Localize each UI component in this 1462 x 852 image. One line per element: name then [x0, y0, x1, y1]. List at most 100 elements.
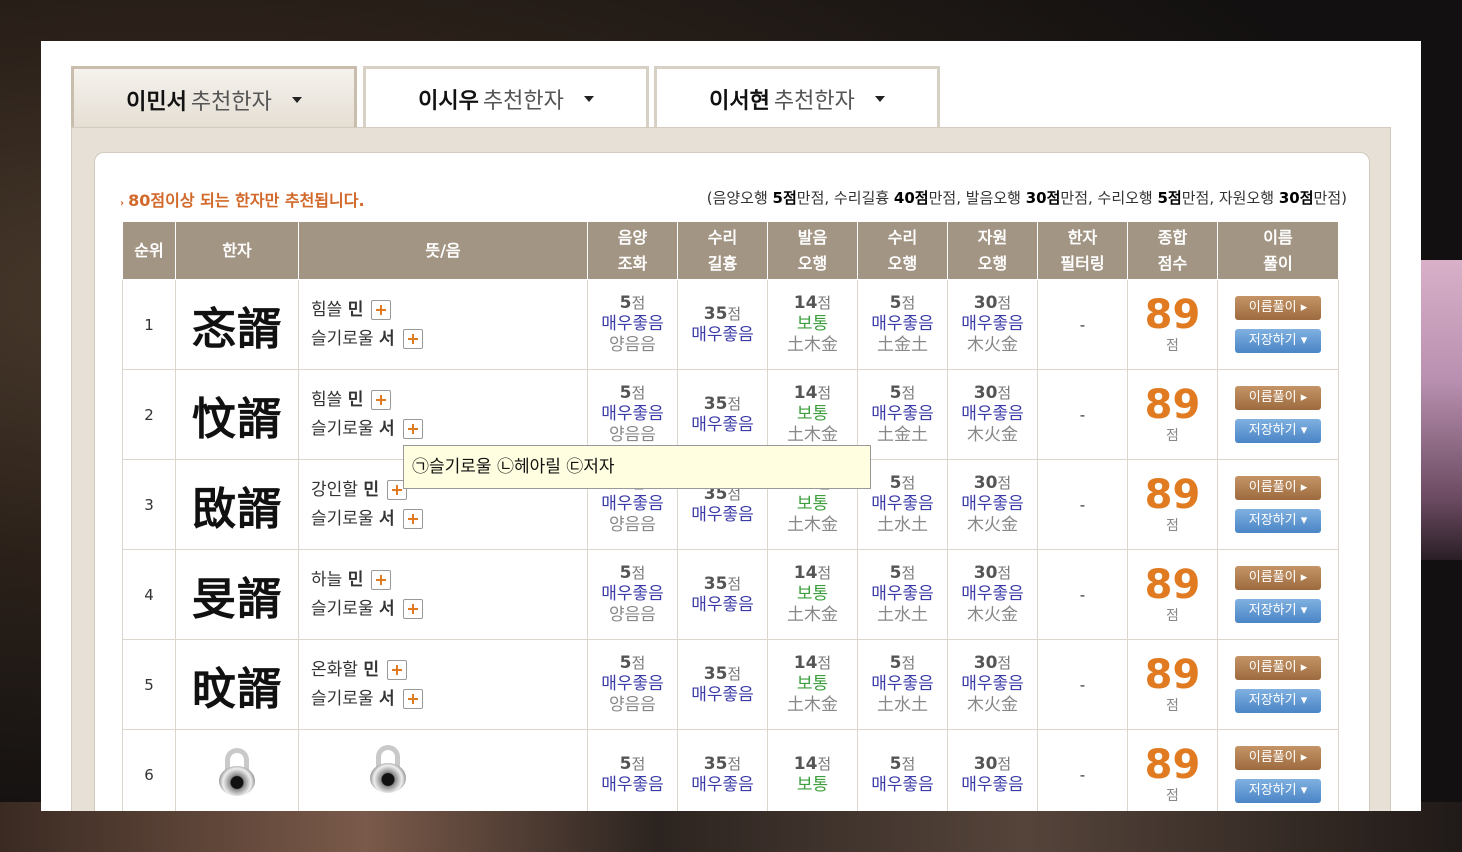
score-element: 土木金: [787, 695, 838, 715]
meaning-text: 슬기로울: [311, 328, 374, 349]
meaning-cell: 힘쓸 민 슬기로울 서: [298, 279, 588, 370]
score-value: 14: [793, 383, 818, 403]
meaning-text: 힘쓸: [311, 299, 343, 320]
save-button[interactable]: 저장하기 ▾: [1235, 599, 1321, 623]
plus-icon[interactable]: [402, 508, 423, 529]
score-value: 5: [889, 473, 902, 493]
score-grade: 매우좋음: [961, 494, 1024, 514]
score-value: 30: [973, 473, 998, 493]
score-value: 14: [793, 753, 818, 774]
name-analysis-button[interactable]: 이름풀이 ▸: [1235, 566, 1321, 590]
caret-down-icon: [874, 95, 885, 102]
score-value: 35: [703, 663, 728, 684]
suri-ohaeng-cell: 5점 매우좋음 土金土: [857, 279, 948, 370]
suri-ohaeng-cell: 5점 매우좋음 土水土: [857, 459, 948, 550]
action-cell: 이름풀이 ▸ 저장하기 ▾: [1217, 729, 1339, 811]
tab-name-3[interactable]: 이서현 추천한자: [654, 66, 940, 128]
score-value: 5: [889, 653, 902, 673]
score-grade: 매우좋음: [691, 414, 754, 435]
eumyang-cell: 5점매우좋음양음음: [587, 279, 678, 370]
score-info-text: (음양오행: [706, 189, 773, 207]
total-cell: 89 점: [1127, 369, 1218, 460]
name-analysis-button[interactable]: 이름풀이 ▸: [1235, 476, 1321, 500]
tab-suffix: 추천한자: [190, 89, 272, 115]
plus-icon[interactable]: [371, 569, 392, 590]
header-line: 오행: [797, 253, 828, 273]
table-row: 4 旻諝 하늘 민 슬기로울 서 5점 매우좋음 양음음 35점 매우좋음 14점 보통 土木金 5점 매…: [122, 549, 1339, 640]
score-unit: 점: [817, 384, 832, 402]
score-element: 양음음: [609, 515, 656, 535]
save-button[interactable]: 저장하기 ▾: [1235, 329, 1321, 353]
total-unit: 점: [1166, 607, 1179, 624]
score-value: 5: [619, 293, 632, 313]
save-button[interactable]: 저장하기 ▾: [1235, 779, 1321, 803]
bareum-cell: 14점보통土木金: [767, 279, 858, 370]
score-unit: 점: [727, 304, 742, 323]
rank-cell: 2: [122, 369, 176, 460]
table-body: 1 忞諝 힘쓸 민 슬기로울 서 5점 매우좋음 양음음 35점 매우좋음 14점 보통 土木金 5점 매…: [122, 279, 1339, 811]
score-element: 양음음: [609, 605, 656, 625]
score-unit: 점: [997, 654, 1012, 672]
save-button[interactable]: 저장하기 ▾: [1235, 509, 1321, 533]
plus-icon[interactable]: [402, 598, 423, 619]
plus-icon[interactable]: [371, 389, 392, 410]
header-line: 한자: [1067, 227, 1098, 247]
score-element: 土木金: [787, 605, 838, 625]
sound-text: 서: [378, 508, 395, 529]
jawon-cell: 30점 매우좋음 木火金: [947, 369, 1038, 460]
score-grade: 매우좋음: [601, 774, 664, 795]
score-grade: 보통: [796, 584, 829, 604]
rank-cell: 1: [122, 279, 176, 370]
score-value: 5: [889, 753, 902, 774]
name-analysis-button[interactable]: 이름풀이 ▸: [1235, 386, 1321, 410]
header-line: 이름: [1263, 227, 1293, 247]
sound-text: 민: [363, 479, 379, 500]
score-unit: 점: [817, 564, 832, 582]
tab-name-1[interactable]: 이민서 추천한자: [71, 66, 357, 130]
header-line: 수리: [887, 227, 918, 247]
plus-icon[interactable]: [371, 299, 392, 320]
lock-icon: [366, 744, 410, 795]
plus-icon[interactable]: [402, 418, 423, 439]
score-element: 土木金: [787, 425, 838, 445]
score-element: 土木金: [787, 515, 838, 535]
suri-ohaeng-cell: 5점 매우좋음 土水土: [857, 639, 948, 730]
save-button[interactable]: 저장하기 ▾: [1235, 689, 1321, 713]
score-element: 土金土: [877, 425, 928, 445]
score-grade: 매우좋음: [601, 584, 664, 604]
score-info-value: 5점: [772, 189, 797, 207]
score-value: 35: [703, 393, 728, 414]
score-element: 양음음: [609, 695, 656, 715]
total-score: 89: [1144, 381, 1201, 428]
score-grade: 매우좋음: [871, 314, 934, 334]
suri-cell: 35점 매우좋음: [677, 279, 768, 370]
tab-name: 이서현: [709, 88, 770, 114]
header-bareum: 발음 오행: [767, 221, 858, 280]
tab-name-2[interactable]: 이시우 추천한자: [363, 66, 649, 128]
meaning-text: 슬기로울: [311, 598, 374, 619]
score-grade: 매우좋음: [691, 324, 754, 345]
meaning-text: 힘쓸: [311, 389, 343, 410]
header-line: 자원: [977, 227, 1008, 247]
name-analysis-button[interactable]: 이름풀이 ▸: [1235, 296, 1321, 320]
meaning-cell: [298, 729, 588, 811]
score-grade: 매우좋음: [961, 404, 1024, 424]
name-analysis-button[interactable]: 이름풀이 ▸: [1235, 656, 1321, 680]
name-analysis-button[interactable]: 이름풀이 ▸: [1235, 746, 1321, 770]
header-jawon: 자원 오행: [947, 221, 1038, 280]
sound-text: 민: [363, 659, 379, 680]
score-grade: 매우좋음: [601, 404, 664, 424]
score-value: 30: [973, 753, 998, 774]
header-line: 필터링: [1060, 253, 1105, 273]
meaning-text: 하늘: [311, 569, 343, 590]
plus-icon[interactable]: [402, 688, 423, 709]
header-line: 길흉: [707, 253, 738, 273]
score-element: 木火金: [967, 695, 1018, 715]
score-unit: 점: [997, 754, 1012, 773]
save-button[interactable]: 저장하기 ▾: [1235, 419, 1321, 443]
plus-icon[interactable]: [386, 659, 407, 680]
eumyang-cell: 5점매우좋음양음음: [587, 549, 678, 640]
plus-icon[interactable]: [402, 328, 423, 349]
table-row: 5 旼諝 온화할 민 슬기로울 서 5점 매우좋음 양음음 35점 매우좋음 14점 보통 土木金 5점…: [122, 639, 1339, 730]
score-value: 30: [973, 653, 998, 673]
